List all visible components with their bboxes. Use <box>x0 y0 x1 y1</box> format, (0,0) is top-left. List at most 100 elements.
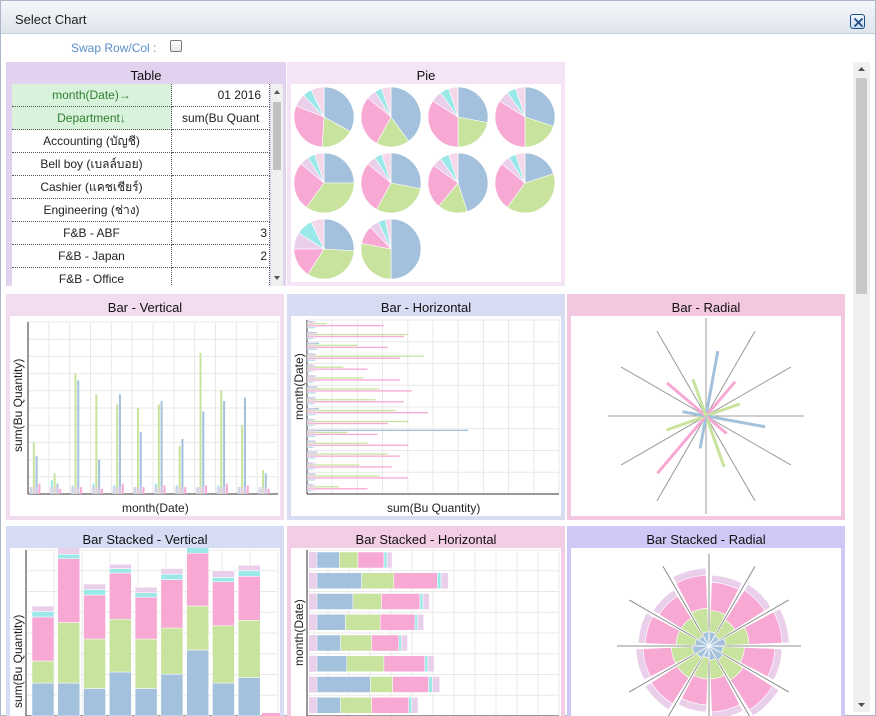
bar <box>307 342 316 350</box>
bar <box>307 429 316 437</box>
bar-horizontal-x-label: sum(Bu Quantity) <box>387 501 481 515</box>
pie-chart-option[interactable]: Pie <box>287 62 565 286</box>
stacked-bar-segment <box>237 565 261 572</box>
bar <box>202 411 205 494</box>
bar <box>154 487 163 494</box>
stacked-bar-segment <box>401 634 408 652</box>
bar <box>112 487 122 494</box>
bar <box>243 397 246 494</box>
table-chart-option[interactable]: Table month(Date)→ 01 2016 Department↓ s… <box>6 62 286 286</box>
pie-slice <box>360 243 392 280</box>
scroll-down-icon[interactable] <box>853 698 870 712</box>
stacked-bar-segment <box>186 552 209 607</box>
bar <box>216 487 226 494</box>
stacked-bar-segment <box>357 551 385 569</box>
bar <box>267 488 270 494</box>
bar <box>307 399 376 401</box>
table-scrollbar[interactable] <box>271 84 283 286</box>
bar <box>160 401 163 494</box>
pie-slice <box>457 86 489 123</box>
stacked-bar-segment <box>417 614 424 631</box>
bar <box>307 390 412 392</box>
stacked-bar-segment <box>160 568 184 575</box>
stacked-bar-segment <box>186 547 209 554</box>
stacked-bar-segment <box>371 697 410 714</box>
dialog-scrollbar-thumb[interactable] <box>856 78 867 294</box>
bar-radial-chart-option[interactable]: Bar - Radial <box>567 294 845 520</box>
bar-stacked-vertical-chart-option[interactable]: Bar Stacked - Vertical sum(Bu Quantity) <box>6 526 284 716</box>
table-row-label: Engineering (ช่าง) <box>12 199 172 222</box>
stacked-bar-segment <box>309 614 317 631</box>
stacked-bar-segment <box>411 697 419 714</box>
bar-vertical-title: Bar - Vertical <box>107 300 183 315</box>
bar-horizontal-chart-option[interactable]: Bar - Horizontal sum(Bu Quantity) month(… <box>287 294 565 520</box>
stacked-bar-segment <box>31 616 55 662</box>
dialog-scrollbar[interactable] <box>853 62 870 712</box>
stacked-bar-segment <box>57 554 81 559</box>
stacked-radial-title: Bar Stacked - Radial <box>646 532 766 547</box>
swap-row-col-control: Swap Row/Col : <box>1 39 191 57</box>
bar <box>95 394 98 494</box>
stacked-vertical-y-label: sum(Bu Quantity) <box>11 614 25 708</box>
bar <box>237 487 247 494</box>
table-scrollbar-thumb[interactable] <box>273 102 281 170</box>
bar <box>70 487 80 494</box>
bar <box>195 487 205 494</box>
stacked-bar-segment <box>309 572 317 589</box>
scroll-down-icon[interactable] <box>271 272 283 284</box>
bar <box>157 404 160 494</box>
bar <box>307 331 316 339</box>
bar <box>307 453 388 455</box>
bar <box>133 487 143 494</box>
scroll-up-icon[interactable] <box>271 86 283 98</box>
bar-stacked-radial-chart-option[interactable]: Bar Stacked - Radial <box>567 526 845 716</box>
bar <box>307 429 469 432</box>
table-row-label: Bell boy (เบลล์บอย) <box>12 153 172 176</box>
bar <box>29 487 38 494</box>
stacked-bar-segment <box>316 614 346 631</box>
bar <box>307 410 396 412</box>
stacked-bar-segment <box>424 655 429 672</box>
bar <box>307 321 316 328</box>
bar-horizontal-chart <box>306 319 560 495</box>
stacked-bar-segment <box>428 676 433 693</box>
bar <box>307 353 316 361</box>
stacked-bar-segment <box>316 697 341 714</box>
stacked-bar-segment <box>408 697 413 714</box>
bar <box>307 462 316 470</box>
stacked-horizontal-title: Bar Stacked - Horizontal <box>355 532 497 547</box>
bar <box>307 433 378 436</box>
column-value-header: 01 2016 <box>172 84 270 107</box>
table-row-label: F&B - Office <box>12 268 172 286</box>
stacked-bar-segment <box>386 551 393 569</box>
bar <box>307 422 388 425</box>
bar <box>220 390 223 494</box>
bar-stacked-vertical-chart <box>25 541 282 716</box>
stacked-bar-segment <box>160 573 184 580</box>
table-row-label: Cashier (แคชเชียร์) <box>12 176 172 199</box>
bar <box>307 442 368 444</box>
stacked-horizontal-y-label: month(Date) <box>292 599 306 666</box>
bar <box>59 488 62 494</box>
stacked-bar-segment <box>309 593 317 610</box>
close-icon[interactable] <box>850 14 865 29</box>
stacked-bar-segment <box>309 655 317 672</box>
bar <box>246 485 249 494</box>
pie-slice <box>323 218 355 252</box>
dim-column-header: month(Date)→ <box>12 84 172 107</box>
bar-stacked-horizontal-chart-option[interactable]: Bar Stacked - Horizontal month(Date) <box>287 526 565 716</box>
bar <box>307 412 428 414</box>
stacked-bar-segment <box>352 593 382 610</box>
bar <box>118 394 121 494</box>
stacked-bar-segment <box>316 593 354 610</box>
stacked-bar-segment <box>316 676 371 693</box>
scroll-up-icon[interactable] <box>853 62 870 76</box>
stacked-bar-segment <box>237 620 261 678</box>
bar <box>307 335 404 338</box>
table-row-value <box>172 268 270 286</box>
table-panel-title: Table <box>130 68 162 83</box>
bar-vertical-chart-option[interactable]: Bar - Vertical month(Date) sum(Bu Quanti… <box>6 294 284 520</box>
stacked-bar-segment <box>109 618 132 673</box>
table-row-value <box>172 199 270 222</box>
swap-row-col-checkbox[interactable] <box>170 40 182 52</box>
